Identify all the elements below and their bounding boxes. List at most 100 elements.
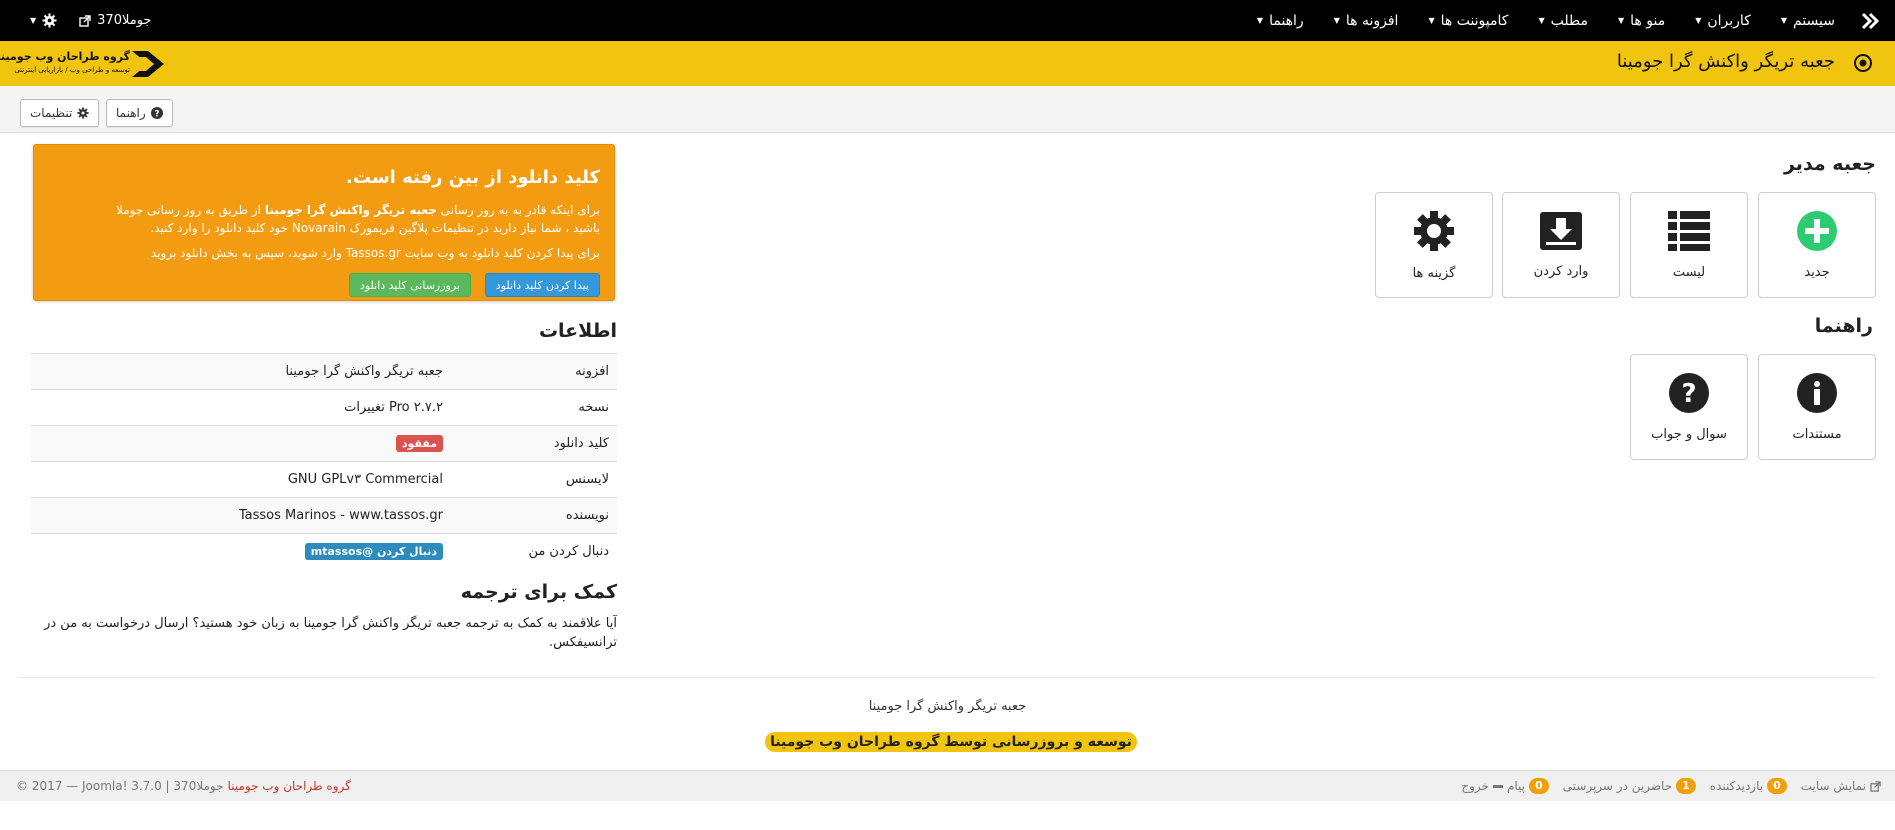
alert-paragraph-2: برای پیدا کردن کلید دانلود به وب سایت Ta… <box>150 246 600 260</box>
menu-content[interactable]: مطلب ▼ <box>1538 13 1588 29</box>
tile-label: جدید <box>1804 264 1830 280</box>
alert-text: از طریق به روز رسانی جوملا <box>116 203 265 217</box>
admins-label: حاضرین در سرپرستی <box>1562 779 1673 793</box>
menu-users[interactable]: کاربران ▼ <box>1695 13 1751 29</box>
tile-import[interactable]: وارد کردن <box>1502 192 1620 298</box>
info-label: لایسنس <box>451 461 617 498</box>
menu-label: کامپوننت ها <box>1440 12 1509 29</box>
info-label: افزونه <box>451 353 617 390</box>
gear-icon <box>1414 210 1454 251</box>
caret-down-icon: ▼ <box>1428 16 1435 25</box>
menu-system[interactable]: سیستم ▼ <box>1781 13 1835 29</box>
top-navbar: سیستم ▼ کاربران ▼ منو ها ▼ مطلب ▼ کامپوننت ه… <box>0 0 1895 41</box>
follow-twitter-badge[interactable]: دنبال کردن @mtassos <box>304 543 443 560</box>
admin-box-title: جعبه مدیر <box>1783 153 1876 175</box>
external-link-icon <box>79 14 91 27</box>
external-link-icon <box>1870 780 1881 792</box>
user-settings-menu[interactable]: ▼ <box>30 13 57 28</box>
caret-down-icon: ▼ <box>1695 16 1702 25</box>
gear-icon <box>77 107 89 119</box>
tile-label: سوال و جواب <box>1651 426 1727 442</box>
logo-subtitle: توسعه و طراحی وب / بازاریابی اینترنتی <box>14 66 130 74</box>
alert-text: باشید ، شما نیاز دارید در تنظیمات پلاگین… <box>150 221 600 235</box>
footer-credit[interactable]: توسعه و بروزرسانی توسط گروه طراحان وب جو… <box>765 732 1137 752</box>
info-label: نویسنده <box>451 497 617 534</box>
svg-text:?: ? <box>1681 379 1696 409</box>
status-left: گروه طراحان وب جومینا © 2017 — Joomla! 3… <box>10 771 351 801</box>
jumina-logo[interactable]: گروه طراحان وب جومینا توسعه و طراحی وب /… <box>0 45 170 83</box>
tile-label: گزینه ها <box>1412 265 1456 281</box>
visitors-count-badge: 0 <box>1767 778 1787 794</box>
translate-title: کمک برای ترجمه <box>460 581 617 603</box>
import-box-icon <box>1540 211 1582 250</box>
view-site-link[interactable]: نمایش سایت <box>1801 779 1866 793</box>
tile-faq[interactable]: ? سوال و جواب <box>1630 354 1748 460</box>
svg-text:?: ? <box>154 110 159 120</box>
visitors-label: بازدیدکننده <box>1709 779 1764 793</box>
find-download-key-button[interactable]: پیدا کردن کلید دانلود <box>484 273 600 297</box>
changelog-link[interactable]: ۲.۷.۲ Pro تغییرات <box>344 400 443 415</box>
joomla-toggle-icon[interactable] <box>1859 10 1881 32</box>
alert-bold-text: جعبه تریگر واکنش گرا جومینا <box>264 203 437 217</box>
main-menu: سیستم ▼ کاربران ▼ منو ها ▼ مطلب ▼ کامپوننت ه… <box>1257 0 1835 41</box>
alert-title: کلید دانلود از بین رفته است. <box>346 167 600 188</box>
help-button-label: راهنما <box>116 106 146 120</box>
translate-text: آیا علاقمند به کمک به ترجمه جعبه تریگر و… <box>44 616 617 650</box>
brand-link[interactable]: گروه طراحان وب جومینا <box>228 779 351 793</box>
table-row: دنبال کردن من دنبال کردن @mtassos <box>31 533 617 569</box>
alert-paragraph-1: برای اینکه قادر به به روز رسانی جعبه تری… <box>80 201 600 237</box>
site-link-label: جوملا370 <box>97 13 152 28</box>
list-icon <box>1668 210 1710 251</box>
info-label: دنبال کردن من <box>451 533 617 569</box>
info-value: جعبه تریگر واکنش گرا جومینا <box>31 353 451 390</box>
site-link[interactable]: جوملا370 <box>79 13 151 28</box>
logo-title: گروه طراحان وب جومینا <box>0 50 130 63</box>
menu-label: افزونه ها <box>1345 12 1399 29</box>
tile-list[interactable]: لیست <box>1630 192 1748 298</box>
logout-link[interactable]: خروج <box>1461 779 1489 793</box>
options-button[interactable]: تنظیمات <box>20 99 100 127</box>
tile-documentation[interactable]: مستندات <box>1758 354 1876 460</box>
plus-circle-icon <box>1797 210 1837 251</box>
info-value: Tassos Marinos - www.tassos.gr <box>31 497 451 534</box>
component-header: جعبه تریگر واکنش گرا جومینا گروه طراحان … <box>0 41 1895 87</box>
caret-down-icon: ▼ <box>1780 16 1787 25</box>
tile-options[interactable]: گزینه ها <box>1375 192 1493 298</box>
info-title: اطلاعات <box>538 320 617 342</box>
footer-divider <box>18 677 1875 678</box>
messages-link[interactable]: پیام <box>1507 779 1525 793</box>
info-label: نسخه <box>451 389 617 426</box>
copyright-text: © 2017 — Joomla! 3.7.0 | جوملا370 <box>16 779 224 793</box>
caret-down-icon: ▼ <box>30 16 37 25</box>
menu-label: راهنما <box>1269 12 1304 29</box>
menu-label: کاربران <box>1707 12 1751 29</box>
tile-label: وارد کردن <box>1533 263 1589 279</box>
target-icon <box>1854 54 1872 72</box>
update-download-key-button[interactable]: بروزرسانی کلید دانلود <box>348 273 471 297</box>
help-button[interactable]: ? راهنما <box>106 99 173 127</box>
menu-help[interactable]: راهنما ▼ <box>1257 13 1304 29</box>
page-title: جعبه تریگر واکنش گرا جومینا <box>1616 51 1835 72</box>
minus-icon <box>1492 784 1503 788</box>
menu-label: منو ها <box>1630 12 1666 29</box>
help-box-title: راهنما <box>1814 315 1873 337</box>
menu-menus[interactable]: منو ها ▼ <box>1618 13 1665 29</box>
info-label: کلید دانلود <box>451 425 617 462</box>
menu-extensions[interactable]: افزونه ها ▼ <box>1334 13 1399 29</box>
status-bar: نمایش سایت 0 بازدیدکننده 1 حاضرین در سرپ… <box>0 770 1895 801</box>
table-row: کلید دانلود مفقود <box>31 425 617 462</box>
table-row: افزونه جعبه تریگر واکنش گرا جومینا <box>31 353 617 390</box>
caret-down-icon: ▼ <box>1538 16 1545 25</box>
tile-new[interactable]: جدید <box>1758 192 1876 298</box>
gear-icon <box>42 13 57 28</box>
info-value: GNU GPLv۳ Commercial <box>31 461 451 498</box>
info-value: مفقود <box>31 425 451 462</box>
info-value: دنبال کردن @mtassos <box>31 533 451 569</box>
messages-count-badge: 0 <box>1529 778 1549 794</box>
table-row: نویسنده Tassos Marinos - www.tassos.gr <box>31 497 617 534</box>
alert-text: برای اینکه قادر به به روز رسانی <box>436 203 600 217</box>
author-link[interactable]: Tassos Marinos - www.tassos.gr <box>239 508 443 523</box>
menu-components[interactable]: کامپوننت ها ▼ <box>1428 13 1508 29</box>
status-badge: مفقود <box>395 435 443 452</box>
admins-count-badge: 1 <box>1676 778 1696 794</box>
